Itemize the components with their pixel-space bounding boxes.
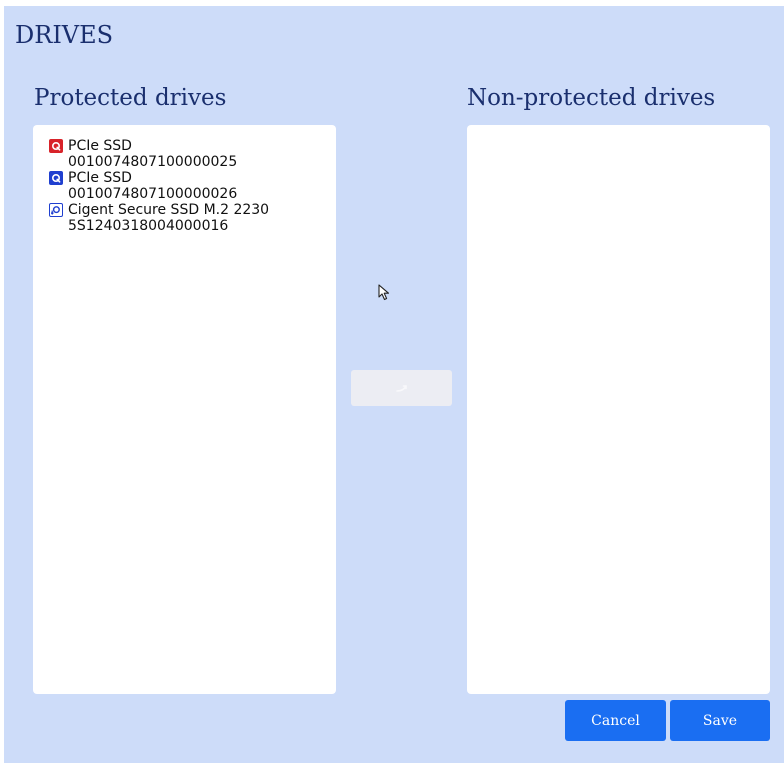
mouse-pointer-icon: [378, 284, 394, 302]
drive-item[interactable]: PCIe SSD 0010074807100000026: [47, 170, 336, 202]
drive-lock-outline-icon: [49, 203, 63, 217]
protected-drives-list[interactable]: PCIe SSD 0010074807100000025 PCIe SSD 00…: [33, 125, 336, 694]
page-title: DRIVES: [15, 21, 114, 49]
non-protected-drives-list[interactable]: [467, 125, 770, 694]
drive-serial: 0010074807100000025: [68, 154, 238, 170]
move-drive-button[interactable]: [351, 370, 452, 406]
protected-drives-heading: Protected drives: [34, 85, 227, 111]
cancel-button[interactable]: Cancel: [565, 700, 666, 741]
drive-name: PCIe SSD: [68, 170, 132, 186]
drive-lock-blue-icon: [49, 171, 63, 185]
drive-item[interactable]: Cigent Secure SSD M.2 2230 5S12403180040…: [47, 202, 336, 234]
drives-page: DRIVES Protected drives Non-protected dr…: [4, 6, 784, 763]
drive-lock-red-icon: [49, 139, 63, 153]
drive-name: Cigent Secure SSD M.2 2230: [68, 202, 270, 218]
transfer-arrow-icon: [395, 381, 409, 396]
drive-serial: 0010074807100000026: [68, 186, 238, 202]
save-button[interactable]: Save: [670, 700, 770, 741]
drive-serial: 5S1240318004000016: [68, 218, 229, 234]
drive-name: PCIe SSD: [68, 138, 132, 154]
non-protected-drives-heading: Non-protected drives: [467, 85, 716, 111]
drive-item[interactable]: PCIe SSD 0010074807100000025: [47, 138, 336, 170]
